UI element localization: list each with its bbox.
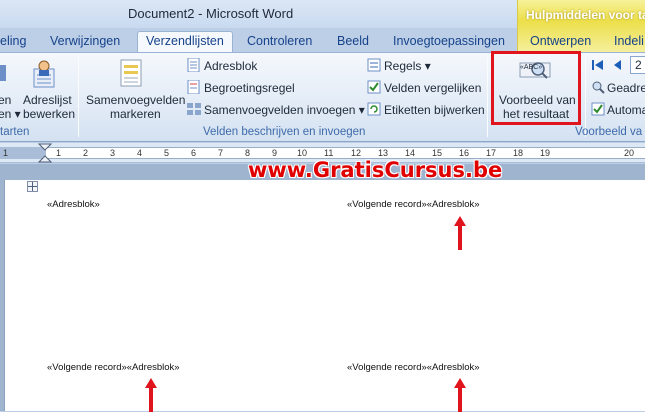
arrow-up-icon (454, 378, 466, 412)
tab-beeld[interactable]: Beeld (337, 31, 369, 52)
tab-verzendlijsten[interactable]: Verzendlijsten (137, 31, 233, 52)
ruler-label: 6 (191, 148, 197, 158)
match-fields-button[interactable]: Velden vergelijken (384, 81, 481, 95)
ruler-label: 12 (351, 148, 362, 158)
record-number-value: 2 (635, 58, 642, 72)
ruler-label: 15 (432, 148, 443, 158)
table-move-handle[interactable] (27, 181, 38, 192)
tab-indeling[interactable]: Indeli (614, 31, 644, 52)
tab-controleren[interactable]: Controleren (247, 31, 312, 52)
ruler-label: 5 (164, 148, 170, 158)
find-recipient-button[interactable]: Geadre (607, 81, 645, 95)
ruler-label: 18 (513, 148, 524, 158)
ruler-label: 2 (83, 148, 89, 158)
document-page[interactable] (4, 180, 645, 411)
group-separator (487, 57, 488, 137)
previous-record-icon[interactable] (611, 58, 625, 72)
merge-field-cell[interactable]: «Volgende record»«Adresblok» (347, 199, 480, 210)
rules-dropdown[interactable]: Regels ▾ (384, 59, 431, 73)
ruler-label: 20 (624, 148, 635, 158)
insert-merge-field-icon (187, 103, 201, 115)
indent-marker-icon[interactable] (38, 143, 52, 163)
move-icon (28, 182, 37, 191)
window-title: Document2 - Microsoft Word (128, 6, 294, 21)
ruler-label: 1 (3, 148, 9, 158)
tab-ontwerpen[interactable]: Ontwerpen (530, 31, 591, 52)
contextual-tab-title: Hulpmiddelen voor tabe (526, 8, 645, 22)
arrow-up-icon (454, 216, 466, 250)
merge-field-cell[interactable]: «Volgende record»«Adresblok» (47, 362, 180, 373)
ruler-label: 7 (218, 148, 224, 158)
ruler-label: 1 (56, 148, 62, 158)
group-separator (585, 57, 586, 137)
auto-check-errors-icon (591, 102, 605, 116)
tab-opmaak[interactable]: eling (0, 31, 26, 52)
insert-merge-field-button[interactable]: Samenvoegvelden invoegen ▾ (204, 103, 365, 117)
rules-icon (367, 58, 381, 72)
start-group-label: tarten (0, 126, 30, 138)
update-labels-icon (367, 102, 381, 116)
edit-recipient-list-button-line2[interactable]: bewerken (23, 107, 75, 121)
ruler-label: 13 (378, 148, 389, 158)
ruler-label: 10 (297, 148, 308, 158)
tab-verwijzingen[interactable]: Verwijzingen (50, 31, 120, 52)
select-recipients-dropdown[interactable]: en ▾ (0, 107, 21, 121)
highlight-merge-fields-button-line2[interactable]: markeren (110, 107, 161, 121)
ruler-label: 16 (459, 148, 470, 158)
ruler-label: 11 (324, 148, 334, 158)
find-recipient-icon (592, 81, 605, 94)
merge-field-cell[interactable]: «Volgende record»«Adresblok» (347, 362, 480, 373)
ruler-label: 8 (245, 148, 251, 158)
ruler-label: 14 (405, 148, 416, 158)
highlight-merge-fields-button[interactable]: Samenvoegvelden (86, 93, 185, 107)
ruler-label: 3 (110, 148, 116, 158)
greeting-line-button[interactable]: Begroetingsregel (204, 81, 295, 95)
update-labels-button[interactable]: Etiketten bijwerken (384, 103, 485, 117)
address-block-button[interactable]: Adresblok (204, 59, 257, 73)
select-recipients-label[interactable]: en (0, 93, 11, 107)
edit-recipient-list-button[interactable]: Adreslijst (23, 93, 72, 107)
fields-group-label: Velden beschrijven en invoegen (203, 126, 366, 138)
record-number-input[interactable]: 2 (630, 56, 645, 74)
ruler-label: 17 (486, 148, 497, 158)
address-block-icon (187, 58, 200, 72)
group-separator (78, 57, 79, 137)
tab-invoegtoepassingen[interactable]: Invoegtoepassingen (393, 31, 505, 52)
ribbon-tabs: eling Verwijzingen Verzendlijsten Contro… (0, 28, 645, 52)
ruler-label: 9 (272, 148, 278, 158)
preview-group-label: Voorbeeld va (575, 126, 643, 138)
auto-check-errors-button[interactable]: Automa (607, 103, 645, 117)
greeting-line-icon (187, 80, 200, 94)
recipients-icon (0, 65, 6, 81)
match-fields-icon (367, 80, 381, 94)
highlight-box (491, 51, 581, 125)
highlight-merge-fields-icon (120, 59, 142, 87)
watermark: www.GratisCursus.be (248, 158, 503, 182)
edit-recipient-list-icon (33, 60, 55, 88)
merge-field-cell[interactable]: «Adresblok» (47, 199, 100, 210)
ruler-label: 19 (540, 148, 551, 158)
arrow-up-icon (145, 378, 157, 412)
ruler-label: 4 (137, 148, 143, 158)
first-record-icon[interactable] (591, 58, 605, 72)
